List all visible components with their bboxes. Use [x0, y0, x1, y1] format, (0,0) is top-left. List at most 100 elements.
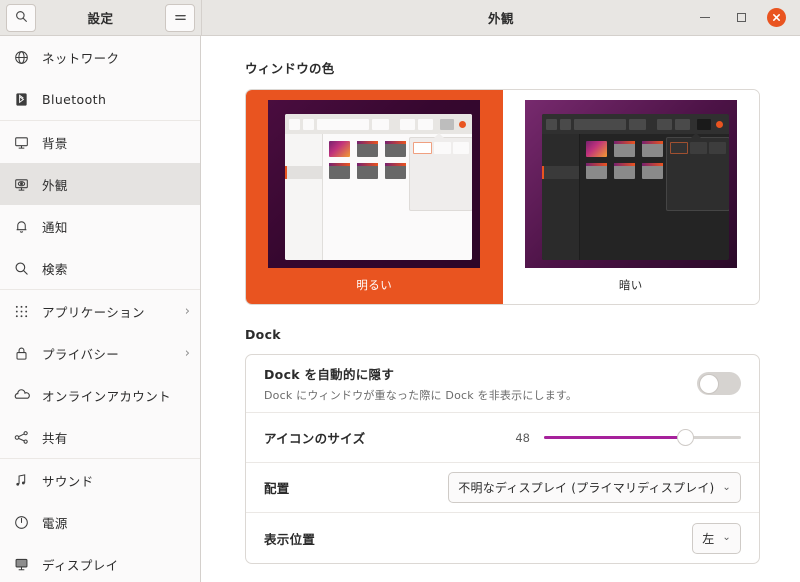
appearance-monitor-icon [13, 176, 30, 193]
theme-chooser: 明るい 暗い [245, 89, 760, 305]
sidebar-item-appearance[interactable]: 外観 [0, 163, 200, 205]
preview-file-area [580, 133, 729, 260]
nav-group-connectivity: ネットワーク Bluetooth [0, 36, 200, 121]
minimize-button[interactable] [695, 8, 715, 28]
position-dropdown[interactable]: 左 ⌄ [692, 522, 741, 554]
sidebar-item-network[interactable]: ネットワーク [0, 36, 200, 78]
chevron-right-icon: › [184, 345, 190, 361]
display-icon [13, 556, 30, 573]
sidebar-item-notifications[interactable]: 通知 [0, 205, 200, 247]
nav-group-personalization: 背景 外観 通知 検索 [0, 121, 200, 290]
close-button[interactable] [767, 8, 786, 27]
theme-option-dark[interactable]: 暗い [502, 90, 759, 304]
settings-sidebar: ネットワーク Bluetooth 背景 外観 通知 検索 アプリケーション › … [0, 36, 201, 582]
icon-size-value: 48 [515, 430, 530, 445]
sidebar-item-label: Bluetooth [42, 91, 107, 107]
preview-popover [665, 133, 729, 211]
sidebar-item-online-accounts[interactable]: オンラインアカウント [0, 374, 200, 416]
network-globe-icon [13, 49, 30, 66]
sidebar-item-label: ディスプレイ [42, 557, 119, 573]
icon-size-label: アイコンのサイズ [264, 431, 366, 446]
preview-main [541, 133, 729, 260]
window-color-section-title: ウィンドウの色 [245, 61, 335, 76]
auto-hide-subtitle: Dock にウィンドウが重なった際に Dock を非表示にします。 [264, 389, 578, 402]
hamburger-menu-icon [174, 8, 187, 27]
window-body: ネットワーク Bluetooth 背景 外観 通知 検索 アプリケーション › … [0, 36, 800, 582]
nav-group-apps-privacy: アプリケーション › プライバシー › オンラインアカウント 共有 [0, 290, 200, 459]
row-position[interactable]: 表示位置 左 ⌄ [246, 513, 759, 563]
sidebar-item-bluetooth[interactable]: Bluetooth [0, 78, 200, 120]
sidebar-item-label: アプリケーション [42, 304, 145, 320]
chevron-down-icon: ⌄ [722, 532, 731, 543]
preview-popover [409, 133, 473, 211]
preview-close-dot [715, 120, 723, 128]
dock-section-title: Dock [245, 327, 281, 342]
maximize-icon [736, 13, 746, 22]
preview-titlebar [285, 114, 473, 134]
search-icon [15, 8, 28, 27]
close-icon [772, 13, 781, 22]
toggle-knob [698, 373, 719, 394]
sidebar-item-label: 共有 [42, 430, 68, 446]
preview-titlebar [541, 114, 729, 134]
minimize-icon [700, 16, 710, 19]
sidebar-item-privacy[interactable]: プライバシー › [0, 332, 200, 374]
main-header: 外観 [201, 0, 800, 36]
sidebar-item-sound[interactable]: サウンド [0, 459, 200, 501]
search-button[interactable] [6, 3, 36, 32]
preview-window [541, 114, 729, 260]
placement-dropdown[interactable]: 不明なディスプレイ (プライマリディスプレイ) ⌄ [448, 472, 741, 503]
bell-icon [13, 218, 30, 235]
music-note-icon [13, 472, 30, 489]
sidebar-item-sharing[interactable]: 共有 [0, 416, 200, 458]
auto-hide-toggle[interactable] [697, 372, 741, 395]
sidebar-item-label: 通知 [42, 219, 68, 235]
dark-preview-wrapper [513, 100, 750, 268]
sidebar-item-search[interactable]: 検索 [0, 247, 200, 289]
window-chrome: 設定 外観 [0, 0, 800, 36]
theme-label-dark: 暗い [618, 278, 643, 292]
placement-value: 不明なディスプレイ (プライマリディスプレイ) [458, 481, 715, 495]
dock-settings-list: Dock を自動的に隠す Dock にウィンドウが重なった際に Dock を非表… [245, 354, 760, 564]
search-icon [13, 260, 30, 277]
preview-close-dot [459, 120, 467, 128]
theme-option-light[interactable]: 明るい [246, 90, 503, 304]
row-icon-size[interactable]: アイコンのサイズ 48 [246, 413, 759, 463]
sidebar-item-label: オンラインアカウント [42, 388, 172, 404]
row-auto-hide-dock[interactable]: Dock を自動的に隠す Dock にウィンドウが重なった際に Dock を非表… [246, 355, 759, 413]
sidebar-header: 設定 [0, 0, 201, 36]
slider-handle[interactable] [677, 429, 695, 446]
icon-size-slider[interactable] [544, 429, 741, 446]
position-value: 左 [702, 531, 715, 546]
preview-selected-row [285, 166, 323, 179]
background-monitor-icon [13, 134, 30, 151]
auto-hide-texts: Dock を自動的に隠す Dock にウィンドウが重なった際に Dock を非表… [264, 355, 697, 412]
preview-sidebar [541, 134, 580, 260]
slider-fill [544, 435, 686, 440]
sidebar-item-applications[interactable]: アプリケーション › [0, 290, 200, 332]
icon-size-control: 48 [508, 429, 741, 446]
position-label: 表示位置 [264, 531, 316, 547]
main-menu-button[interactable] [165, 3, 195, 32]
sidebar-item-label: 電源 [42, 515, 68, 531]
sidebar-item-background[interactable]: 背景 [0, 121, 200, 163]
sidebar-item-displays[interactable]: ディスプレイ [0, 543, 200, 582]
preview-file-area [323, 133, 473, 260]
window-controls [695, 8, 792, 28]
placement-label: 配置 [264, 481, 290, 496]
sidebar-item-label: プライバシー [42, 346, 120, 362]
row-placement[interactable]: 配置 不明なディスプレイ (プライマリディスプレイ) ⌄ [246, 463, 759, 513]
grid-apps-icon [13, 303, 30, 320]
maximize-button[interactable] [731, 8, 751, 28]
lock-icon [13, 345, 30, 362]
dark-theme-preview [524, 100, 737, 268]
cloud-icon [13, 387, 30, 404]
nav-group-hardware: サウンド 電源 ディスプレイ [0, 459, 200, 582]
sidebar-item-power[interactable]: 電源 [0, 501, 200, 543]
sidebar-item-label: 外観 [42, 177, 68, 193]
settings-window: 設定 外観 ネットワーク Bluetooth 背景 外観 通知 検索 アプリケー… [0, 0, 800, 582]
sidebar-item-label: 検索 [42, 261, 68, 277]
auto-hide-title: Dock を自動的に隠す [264, 367, 395, 382]
light-theme-preview [268, 100, 481, 268]
chevron-down-icon: ⌄ [722, 481, 731, 493]
